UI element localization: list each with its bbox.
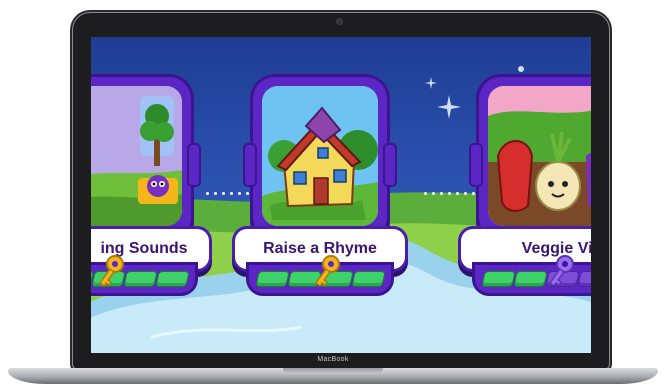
crooked-house-icon [262, 86, 378, 226]
progress-segment [156, 272, 188, 286]
veggie-characters-icon [488, 86, 591, 226]
progress-segment [514, 272, 546, 286]
card-frame [469, 77, 591, 239]
gold-key-icon [98, 255, 124, 288]
gold-key-icon [314, 255, 340, 288]
progress-segment [482, 272, 514, 286]
progress-segment [91, 272, 92, 286]
tree-with-purple-monster-icon [91, 86, 182, 226]
brand-label: MacBook [317, 356, 349, 363]
path-dots [424, 192, 475, 196]
card-frame [243, 77, 397, 239]
app-screen: ing Sounds Raise a Rhyme Veggie Vi [91, 37, 591, 353]
card-frame [91, 77, 201, 239]
purple-key-icon [548, 255, 574, 288]
progress-segment [124, 272, 156, 286]
progress-segment-empty [578, 272, 591, 286]
progress-segment [352, 272, 384, 286]
laptop-notch [283, 368, 383, 374]
progress-segment [256, 272, 288, 286]
camera-icon [337, 19, 342, 24]
